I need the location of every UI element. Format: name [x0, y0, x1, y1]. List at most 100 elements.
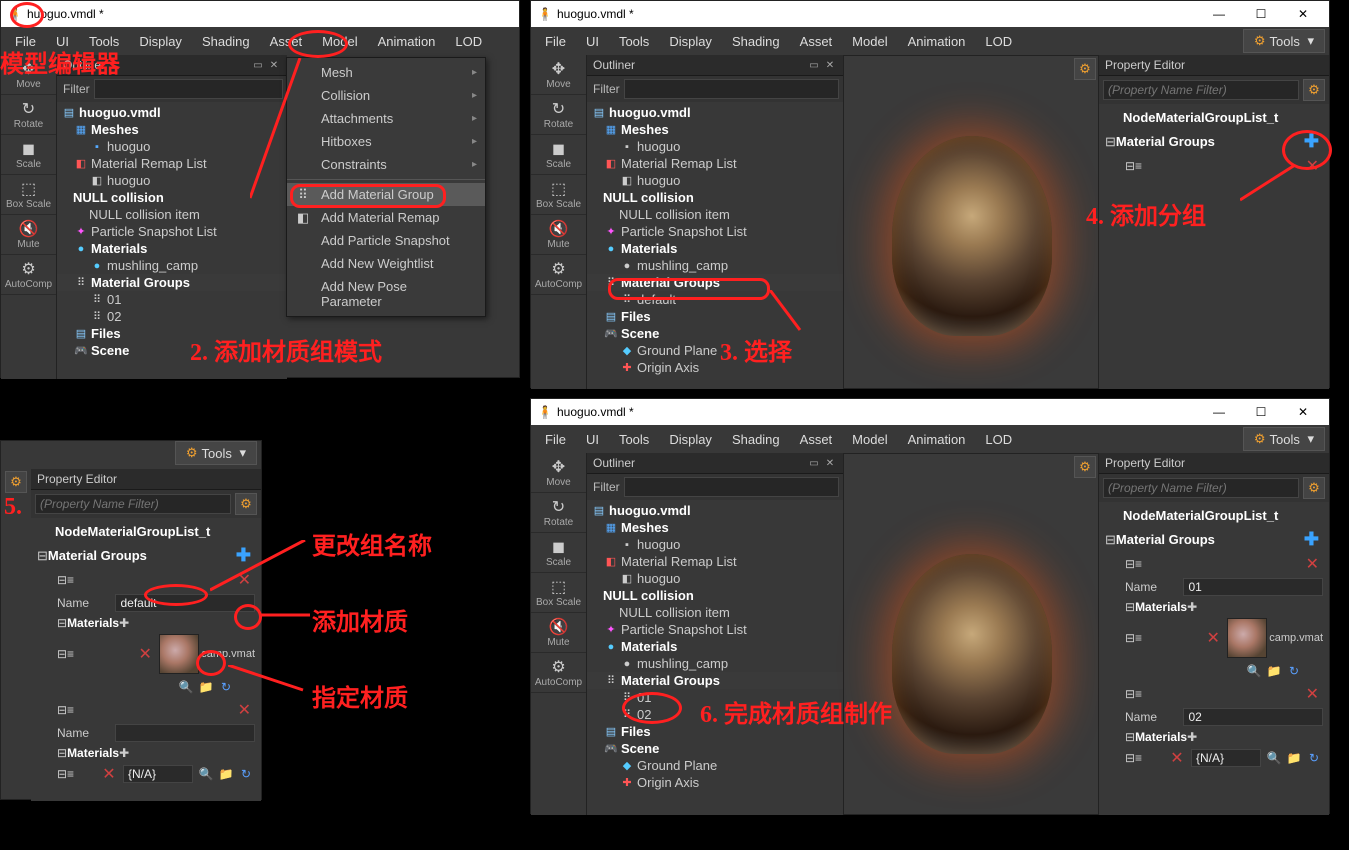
- tree-mg-01[interactable]: 01: [637, 690, 651, 705]
- property-filter-input[interactable]: [35, 494, 231, 514]
- viewport[interactable]: ⚙: [843, 55, 1099, 389]
- menu-constraints[interactable]: Constraints▸: [287, 153, 485, 176]
- delete-icon[interactable]: ✕: [134, 644, 155, 664]
- menu-file[interactable]: File: [535, 30, 576, 53]
- property-filter-input[interactable]: [1103, 80, 1299, 100]
- group-name-input-02[interactable]: [1183, 708, 1323, 726]
- menu-asset[interactable]: Asset: [790, 30, 843, 53]
- browse-icon[interactable]: 📁: [1285, 749, 1303, 767]
- prop-materials[interactable]: Materials: [67, 746, 119, 760]
- tree-nullcol[interactable]: NULL collision: [73, 190, 164, 205]
- delete-icon[interactable]: ✕: [98, 764, 119, 784]
- delete-icon[interactable]: ✕: [1302, 156, 1323, 176]
- menu-add-material-remap[interactable]: ◧Add Material Remap: [287, 206, 485, 229]
- tree-huoguo[interactable]: huoguo: [107, 139, 150, 154]
- group-name-input[interactable]: [115, 724, 255, 742]
- tool-rotate[interactable]: ↻Rotate: [531, 493, 586, 533]
- menu-tools[interactable]: Tools: [79, 30, 129, 53]
- tree-files[interactable]: Files: [91, 326, 121, 341]
- tool-box-scale[interactable]: ⬚Box Scale: [531, 573, 586, 613]
- locate-icon[interactable]: 🔍: [1265, 749, 1283, 767]
- browse-icon[interactable]: 📁: [217, 765, 235, 783]
- tree-remap[interactable]: Material Remap List: [91, 156, 207, 171]
- menu-asset[interactable]: Asset: [790, 428, 843, 451]
- tree-meshes[interactable]: Meshes: [91, 122, 139, 137]
- menu-add-weightlist[interactable]: Add New Weightlist: [287, 252, 485, 275]
- reload-icon[interactable]: ↻: [1285, 662, 1303, 680]
- material-thumbnail[interactable]: [1227, 618, 1267, 658]
- panel-close-icon[interactable]: ✕: [823, 58, 837, 72]
- tool-move[interactable]: ✥Move: [531, 55, 586, 95]
- tree-mg-02[interactable]: 02: [107, 309, 121, 324]
- menu-add-particle-snapshot[interactable]: Add Particle Snapshot: [287, 229, 485, 252]
- group-name-input[interactable]: [115, 594, 255, 612]
- add-material-button[interactable]: ✚: [1187, 730, 1197, 744]
- tree-mg-01[interactable]: 01: [107, 292, 121, 307]
- win-min[interactable]: —: [1199, 400, 1239, 424]
- prop-materials[interactable]: Materials: [67, 616, 119, 630]
- delete-icon[interactable]: ✕: [1202, 628, 1223, 648]
- tree-material-groups[interactable]: Material Groups: [621, 673, 720, 688]
- property-filter-gear-icon[interactable]: ⚙: [1303, 79, 1325, 101]
- tree-mushling[interactable]: mushling_camp: [107, 258, 198, 273]
- tool-scale[interactable]: ◼Scale: [1, 135, 56, 175]
- win-close[interactable]: ✕: [1283, 400, 1323, 424]
- prop-material-groups[interactable]: Material Groups: [1116, 532, 1215, 547]
- tools-dropdown-button[interactable]: ⚙Tools ▾: [175, 441, 257, 465]
- menu-lod[interactable]: LOD: [975, 428, 1022, 451]
- menu-animation[interactable]: Animation: [368, 30, 446, 53]
- menu-display[interactable]: Display: [659, 30, 722, 53]
- tool-mute[interactable]: 🔇Mute: [531, 613, 586, 653]
- add-group-button[interactable]: ✚: [1300, 131, 1323, 152]
- menu-tools[interactable]: Tools: [609, 30, 659, 53]
- panel-gear-icon[interactable]: ⚙: [5, 471, 27, 493]
- menu-model[interactable]: Model: [842, 30, 897, 53]
- tree-scene[interactable]: Scene: [91, 343, 129, 358]
- panel-undock-icon[interactable]: ▭: [807, 58, 821, 72]
- tools-dropdown-button[interactable]: ⚙Tools ▾: [1243, 427, 1325, 451]
- menu-ui[interactable]: UI: [576, 30, 609, 53]
- menu-animation[interactable]: Animation: [898, 30, 976, 53]
- menu-ui[interactable]: UI: [576, 428, 609, 451]
- outliner-filter-input[interactable]: [624, 79, 839, 99]
- viewport-settings-icon[interactable]: ⚙: [1074, 58, 1096, 80]
- reload-icon[interactable]: ↻: [1305, 749, 1323, 767]
- tools-dropdown-button[interactable]: ⚙Tools ▾: [1243, 29, 1325, 53]
- tool-mute[interactable]: 🔇Mute: [531, 215, 586, 255]
- tree-materials[interactable]: Materials: [91, 241, 147, 256]
- win-close[interactable]: ✕: [1283, 2, 1323, 26]
- menu-lod[interactable]: LOD: [975, 30, 1022, 53]
- add-material-button[interactable]: ✚: [1187, 600, 1197, 614]
- prop-material-groups[interactable]: Material Groups: [1116, 134, 1215, 149]
- menu-hitboxes[interactable]: Hitboxes▸: [287, 130, 485, 153]
- menu-model[interactable]: Model: [312, 30, 367, 53]
- tree-file[interactable]: huoguo.vmdl: [79, 105, 161, 120]
- tool-scale[interactable]: ◼Scale: [531, 533, 586, 573]
- menu-attachments[interactable]: Attachments▸: [287, 107, 485, 130]
- win-max[interactable]: ☐: [1241, 400, 1281, 424]
- menu-mesh[interactable]: Mesh▸: [287, 61, 485, 84]
- locate-icon[interactable]: 🔍: [1245, 662, 1263, 680]
- outliner-filter-input[interactable]: [94, 79, 283, 99]
- browse-icon[interactable]: 📁: [197, 678, 215, 696]
- add-material-button[interactable]: ✚: [119, 616, 129, 630]
- panel-undock-icon[interactable]: ▭: [807, 456, 821, 470]
- tool-rotate[interactable]: ↻Rotate: [1, 95, 56, 135]
- tool-autocomp[interactable]: ⚙AutoComp: [531, 255, 586, 295]
- menu-display[interactable]: Display: [129, 30, 192, 53]
- reload-icon[interactable]: ↻: [237, 765, 255, 783]
- tool-scale[interactable]: ◼Scale: [531, 135, 586, 175]
- tool-box-scale[interactable]: ⬚Box Scale: [531, 175, 586, 215]
- tree-mg-02[interactable]: 02: [637, 707, 651, 722]
- delete-icon[interactable]: ✕: [234, 570, 255, 590]
- menu-file[interactable]: File: [535, 428, 576, 451]
- tree-file[interactable]: huoguo.vmdl: [609, 105, 691, 120]
- menu-shading[interactable]: Shading: [722, 30, 790, 53]
- menu-shading[interactable]: Shading: [192, 30, 260, 53]
- panel-close-icon[interactable]: ✕: [823, 456, 837, 470]
- add-material-button[interactable]: ✚: [119, 746, 129, 760]
- add-group-button[interactable]: ✚: [232, 545, 255, 566]
- tree-material-groups[interactable]: Material Groups: [621, 275, 720, 290]
- tool-rotate[interactable]: ↻Rotate: [531, 95, 586, 135]
- menu-asset[interactable]: Asset: [260, 30, 313, 53]
